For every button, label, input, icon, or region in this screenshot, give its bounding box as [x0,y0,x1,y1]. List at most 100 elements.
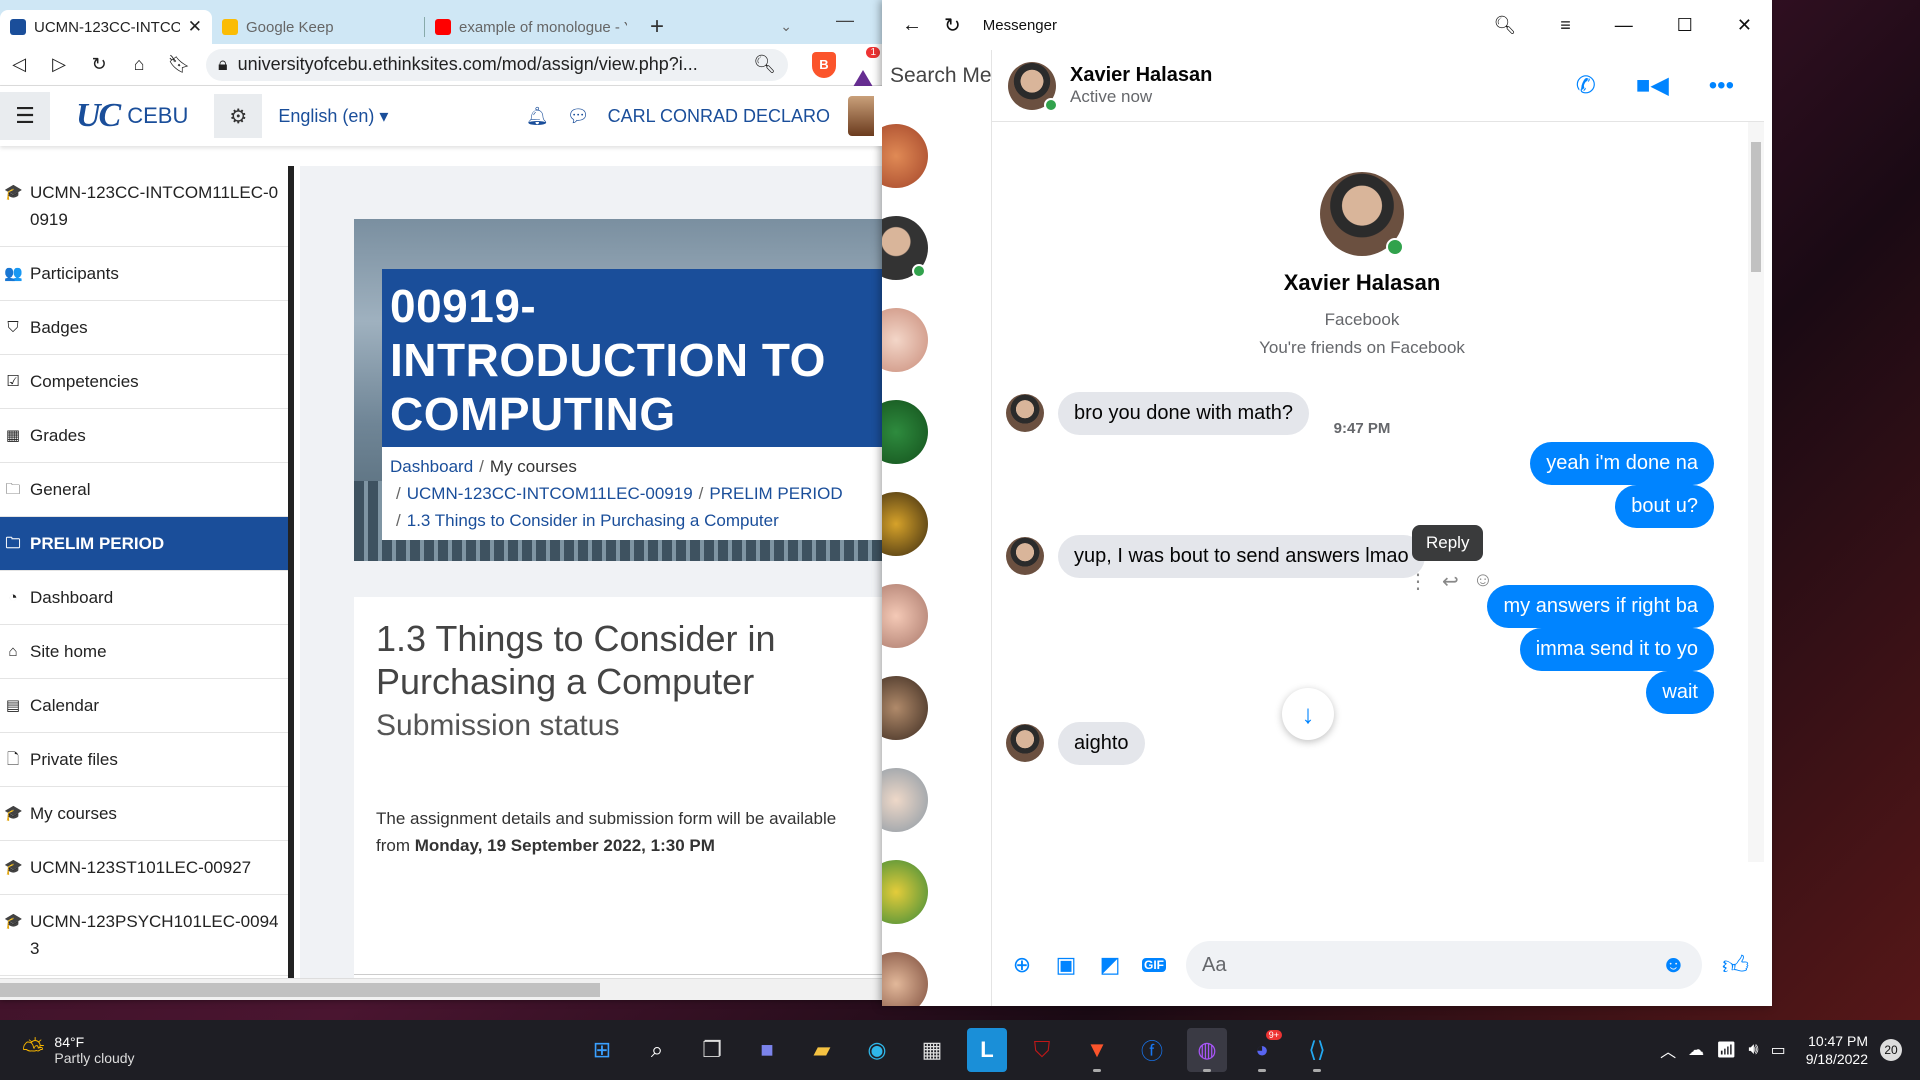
conversation-avatar[interactable] [882,860,928,924]
mcafee-icon[interactable]: ⛉ [1022,1028,1062,1072]
notification-bell-icon[interactable]: 🔔︎ [526,106,549,127]
breadcrumb-section[interactable]: PRELIM PERIOD [709,484,842,503]
sender-avatar[interactable] [1006,537,1044,575]
reload-icon[interactable]: ↻ [86,52,112,78]
tab-youtube[interactable]: example of monologue - Y [425,10,637,44]
weather-widget[interactable]: ⛅︎ 84°F Partly cloudy [0,1034,135,1067]
message-input[interactable]: Aa ☻ [1186,941,1702,989]
drawer-item[interactable]: 🎓 My courses [0,787,288,841]
outgoing-message[interactable]: bout u? [1615,485,1714,528]
conversation-avatar[interactable] [882,308,928,372]
image-icon[interactable]: ▣ [1054,952,1078,978]
discord-icon[interactable]: ◕ 9+ [1242,1028,1282,1072]
drawer-item[interactable]: ⌂ Site home [0,625,288,679]
chat-scrollbar[interactable] [1748,122,1764,862]
react-emoji-icon[interactable]: ☺ [1473,569,1493,594]
new-tab-button[interactable]: + [637,10,677,44]
scroll-to-bottom-button[interactable]: ↓ [1282,688,1334,740]
university-logo[interactable]: UC CEBU [76,97,188,135]
notification-count[interactable]: 20 [1880,1039,1902,1061]
edge-icon[interactable]: ◉ [857,1028,897,1072]
settings-gear-button[interactable]: ⚙ [214,94,263,138]
incoming-message[interactable]: yup, I was bout to send answers lmao [1058,535,1425,578]
drawer-item[interactable]: 🎓 UCMN-123ST101LEC-00927 [0,841,288,895]
drawer-item[interactable]: 👥 Participants [0,247,288,301]
brave-icon[interactable]: ▼ [1077,1028,1117,1072]
drawer-item[interactable]: ◔ Dashboard [0,571,288,625]
maximize-icon[interactable]: ☐ [1677,15,1693,36]
outgoing-message[interactable]: yeah i'm done na [1530,442,1714,485]
app-l-icon[interactable]: L [967,1028,1007,1072]
back-icon[interactable]: ◁ [6,52,32,78]
clock[interactable]: 10:47 PM 9/18/2022 [1806,1032,1868,1068]
sticker-icon[interactable]: ◩ [1098,952,1122,978]
drawer-item[interactable]: 🗋 Private files [0,733,288,787]
conversation-avatar-selected[interactable] [882,216,928,280]
onedrive-icon[interactable]: ☁ [1688,1040,1704,1060]
tab-ucmn[interactable]: UCMN-123CC-INTCOM ✕ [0,10,212,44]
conversation-avatar[interactable] [882,400,928,464]
teams-chat-icon[interactable]: ■ [747,1028,787,1072]
tab-google-keep[interactable]: Google Keep [212,10,424,44]
wifi-icon[interactable]: 📶︎ [1716,1040,1736,1060]
minimize-icon[interactable]: — [1615,15,1633,36]
forward-icon[interactable]: ▷ [46,52,72,78]
incoming-message[interactable]: aighto [1058,722,1145,765]
show-hidden-icons-icon[interactable]: ︿ [1660,1038,1676,1062]
address-bar[interactable]: 🔒︎ universityofcebu.ethinksites.com/mod/… [206,48,788,81]
refresh-icon[interactable]: ↻ [944,13,961,38]
breadcrumb-course[interactable]: UCMN-123CC-INTCOM11LEC-00919 [407,484,693,503]
conversation-avatar[interactable] [882,676,928,740]
horizontal-scrollbar[interactable] [0,978,882,1000]
menu-icon[interactable]: ≡ [1560,15,1571,36]
file-explorer-icon[interactable]: ▰ [802,1028,842,1072]
conversation-avatar[interactable] [882,124,928,188]
brave-shields-icon[interactable]: B [812,51,836,78]
minimize-icon[interactable]: — [836,10,854,31]
drawer-item[interactable]: ⛉ Badges [0,301,288,355]
voice-call-icon[interactable]: ✆ [1576,71,1596,100]
gif-icon[interactable]: GIF [1142,958,1166,972]
home-icon[interactable]: ⌂ [126,52,152,78]
conversation-avatar[interactable] [882,768,928,832]
search-icon[interactable]: ⌕ [637,1028,677,1072]
search-input[interactable]: Search Mes [882,50,991,106]
outgoing-message[interactable]: wait [1646,671,1714,714]
outgoing-message[interactable]: my answers if right ba [1487,585,1714,628]
close-window-icon[interactable]: ✕ [1737,15,1752,36]
outgoing-message[interactable]: imma send it to yo [1519,628,1714,671]
more-options-icon[interactable]: ••• [1709,72,1734,100]
zoom-icon[interactable]: 🔍︎ [753,54,776,75]
bookmark-icon[interactable]: 🔖︎ [166,52,192,78]
video-call-icon[interactable]: ■◀ [1636,71,1669,100]
drawer-item[interactable]: ▦ Grades [0,409,288,463]
close-tab-icon[interactable]: ✕ [188,17,202,37]
vscode-icon[interactable]: ⟨⟩ [1297,1028,1337,1072]
battery-icon[interactable]: ▭ [1771,1040,1786,1060]
reply-icon[interactable]: ↩ [1442,569,1459,594]
brave-rewards-icon[interactable]: 1 [850,46,880,92]
messages-icon[interactable]: 💬︎ [567,106,590,127]
sender-avatar[interactable] [1006,394,1044,432]
conversation-avatar[interactable] [882,952,928,1006]
tab-search-chevron-icon[interactable]: ⌄ [780,18,792,35]
zoom-icon[interactable]: 🔍︎ [1493,15,1516,36]
breadcrumb-activity[interactable]: 1.3 Things to Consider in Purchasing a C… [407,511,779,530]
emoji-icon[interactable]: ☻ [1661,951,1686,979]
store-icon[interactable]: ▦ [912,1028,952,1072]
volume-icon[interactable]: 🔊︎ [1748,1041,1758,1059]
more-vertical-icon[interactable]: ⋮ [1408,569,1428,594]
start-icon[interactable]: ⊞ [582,1028,622,1072]
incoming-message[interactable]: bro you done with math? [1058,392,1310,435]
drawer-item[interactable]: 🗀 PRELIM PERIOD [0,517,288,571]
conversation-avatar[interactable] [882,584,928,648]
profile-avatar[interactable] [1320,172,1404,256]
drawer-item[interactable]: ☑ Competencies [0,355,288,409]
back-arrow-icon[interactable]: ← [902,14,922,37]
facebook-icon[interactable]: ⓕ [1132,1028,1172,1072]
drawer-item[interactable]: 🎓 UCMN-123PSYCH101LEC-00943 [0,895,288,976]
messenger-icon[interactable]: ◍ [1187,1028,1227,1072]
contact-avatar[interactable] [1008,61,1058,112]
thumbs-up-icon[interactable]: 👍︎ [1722,950,1749,981]
sender-avatar[interactable] [1006,724,1044,762]
